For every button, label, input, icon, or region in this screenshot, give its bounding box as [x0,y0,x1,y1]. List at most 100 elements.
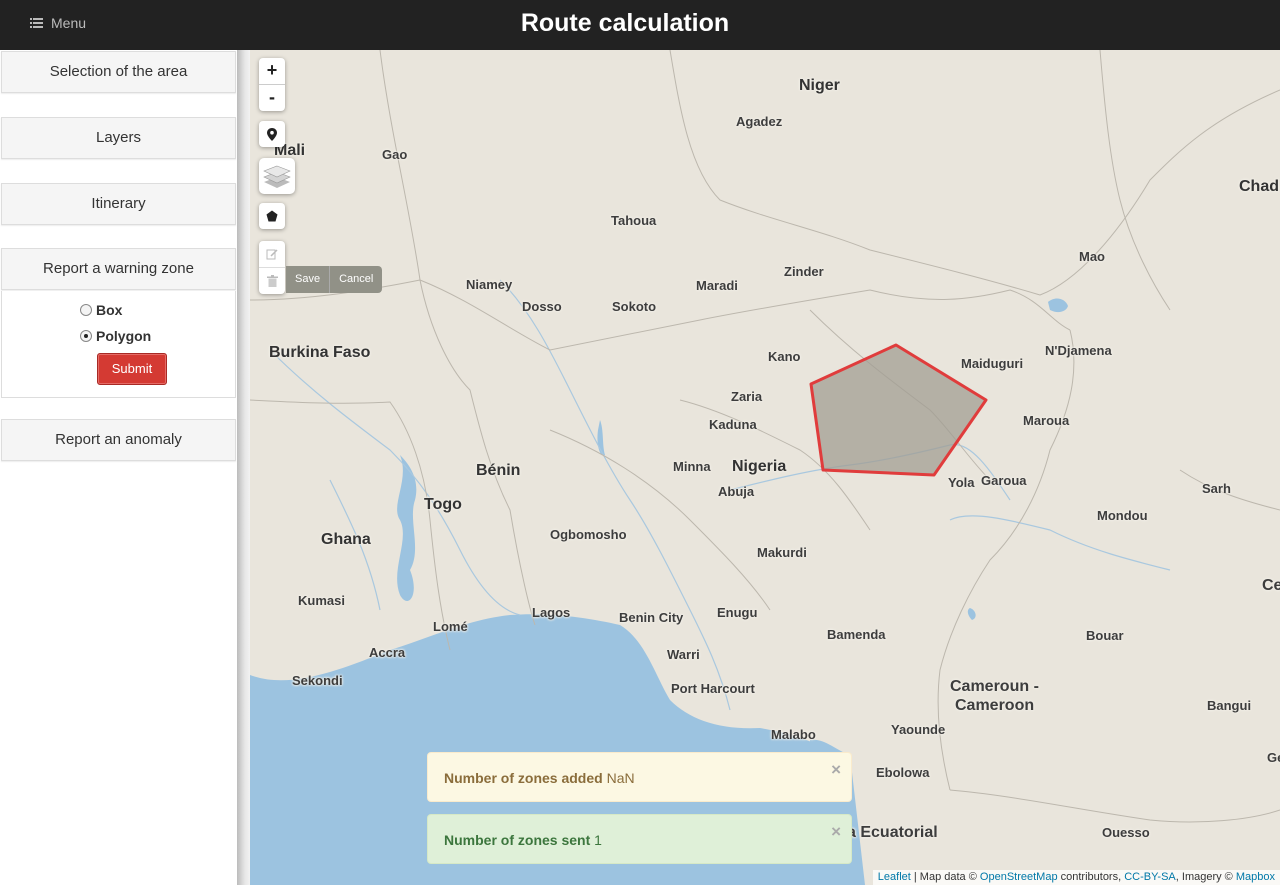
cancel-button[interactable]: Cancel [329,266,382,293]
map-label-sekondi: Sekondi [292,673,343,688]
sidebar-shadow [237,50,250,885]
zones-added-alert: Number of zones added NaN × [427,752,852,802]
map-label-niger: Niger [799,77,840,94]
map-label-tahoua: Tahoua [611,213,657,228]
warning-zone-form: Box Polygon Submit [1,291,236,398]
close-icon[interactable]: × [831,807,841,857]
submit-button[interactable]: Submit [97,353,167,385]
zones-added-value: NaN [606,770,635,786]
map-label-garoua: Garoua [981,473,1027,488]
map-label-maiduguri: Maiduguri [961,356,1024,371]
map-label-cameroon: Cameroon [955,697,1035,714]
map-label-accra: Accra [369,645,406,660]
map-label-ge: Ge [1267,750,1280,765]
radio-label-polygon: Polygon [96,328,152,344]
attribution-text: | Map data © [913,871,977,883]
page-title: Route calculation [520,9,730,37]
map-label-kumasi: Kumasi [298,593,345,608]
map-label-lome: Lomé [433,619,468,634]
draw-polygon-button[interactable] [259,203,285,229]
osm-link[interactable]: OpenStreetMap [980,871,1058,883]
map-label-ogbomosho: Ogbomosho [550,527,627,542]
panel-selection-of-area[interactable]: Selection of the area [1,51,236,93]
mapbox-link[interactable]: Mapbox [1236,871,1275,883]
trash-icon [266,275,278,287]
edit-layers-button[interactable] [259,241,285,267]
map-label-cameroun: Cameroun - [950,678,1039,695]
map-label-kano: Kano [768,349,801,364]
map-label-cer: Cer [1262,577,1280,594]
zoom-out-button[interactable]: - [259,84,285,111]
map-label-bamenda: Bamenda [827,627,886,642]
map-canvas[interactable]: Niger Agadez Mali Gao Chad Tahoua Mao Zi… [250,50,1280,885]
map-label-dosso: Dosso [522,299,562,314]
map-label-maradi: Maradi [696,278,738,293]
close-icon[interactable]: × [831,745,841,795]
radio-label-box: Box [96,302,123,318]
map-label-zaria: Zaria [731,389,763,404]
zoom-in-button[interactable]: + [259,58,285,84]
zones-sent-label: Number of zones sent [444,832,591,848]
zoom-control: + - [259,58,285,111]
layers-icon [263,165,291,188]
attribution-imagery: , Imagery © [1175,871,1233,883]
panel-layers[interactable]: Layers [1,117,236,159]
map-attribution: Leaflet | Map data © OpenStreetMap contr… [872,870,1280,885]
save-button[interactable]: Save [286,266,329,293]
locate-button[interactable] [259,121,285,147]
layers-button[interactable] [259,158,295,194]
map-label-minna: Minna [673,459,711,474]
map-label-yaounde: Yaounde [891,722,946,737]
map-label-nigeria: Nigeria [732,458,787,475]
map-label-benin: Bénin [476,462,521,479]
delete-layers-button[interactable] [259,267,285,294]
edit-controls [259,241,285,294]
radio-option-box[interactable]: Box [80,302,122,318]
radio-polygon[interactable] [80,330,92,342]
map-label-malabo: Malabo [771,727,816,742]
zones-sent-value: 1 [594,832,602,848]
radio-option-polygon[interactable]: Polygon [80,328,151,344]
leaflet-link[interactable]: Leaflet [878,871,911,883]
map-label-sarh: Sarh [1202,481,1231,496]
draw-actions-toolbar: Save Cancel [286,266,383,293]
zones-added-label: Number of zones added [444,770,603,786]
map-label-warri: Warri [667,647,700,662]
zones-sent-alert: Number of zones sent 1 × [427,814,852,864]
attribution-contributors: contributors, [1060,871,1122,883]
map-label-port-harcourt: Port Harcourt [671,681,755,696]
map-label-agadez: Agadez [736,114,783,129]
map-label-benin-city: Benin City [619,610,684,625]
map-label-ndjamena: N'Djamena [1045,343,1112,358]
panel-itinerary[interactable]: Itinerary [1,183,236,225]
map-label-burkina-faso: Burkina Faso [269,344,371,361]
panel-report-warning-zone[interactable]: Report a warning zone [1,248,236,290]
edit-icon [266,249,278,260]
map-label-mondou: Mondou [1097,508,1148,523]
sidebar: Selection of the area Layers Itinerary R… [0,50,237,885]
radio-box[interactable] [80,304,92,316]
map-label-chad: Chad [1239,178,1279,195]
map-label-makurdi: Makurdi [757,545,807,560]
map-label-gao: Gao [382,147,408,162]
map-label-enugu: Enugu [717,605,758,620]
map-label-bouar: Bouar [1086,628,1124,643]
polygon-icon [266,210,278,222]
panel-report-anomaly[interactable]: Report an anomaly [1,419,236,461]
license-link[interactable]: CC-BY-SA [1124,871,1176,883]
map-label-ouesso: Ouesso [1102,825,1150,840]
map-label-lagos: Lagos [532,605,571,620]
map-label-kaduna: Kaduna [709,417,757,432]
map-label-zinder: Zinder [784,264,824,279]
map-marker-icon [267,127,277,141]
map-label-sokoto: Sokoto [612,299,657,314]
map-label-abuja: Abuja [718,484,755,499]
map-label-ghana: Ghana [321,531,371,548]
map-label-niamey: Niamey [466,277,513,292]
map-label-togo: Togo [424,496,462,513]
map-label-maroua: Maroua [1023,413,1070,428]
top-navbar: Menu Route calculation [0,0,1280,50]
map-label-bangui: Bangui [1207,698,1252,713]
map-label-mao: Mao [1079,249,1105,264]
map-label-guinea-ecuatorial: a Ecuatorial [847,824,938,841]
